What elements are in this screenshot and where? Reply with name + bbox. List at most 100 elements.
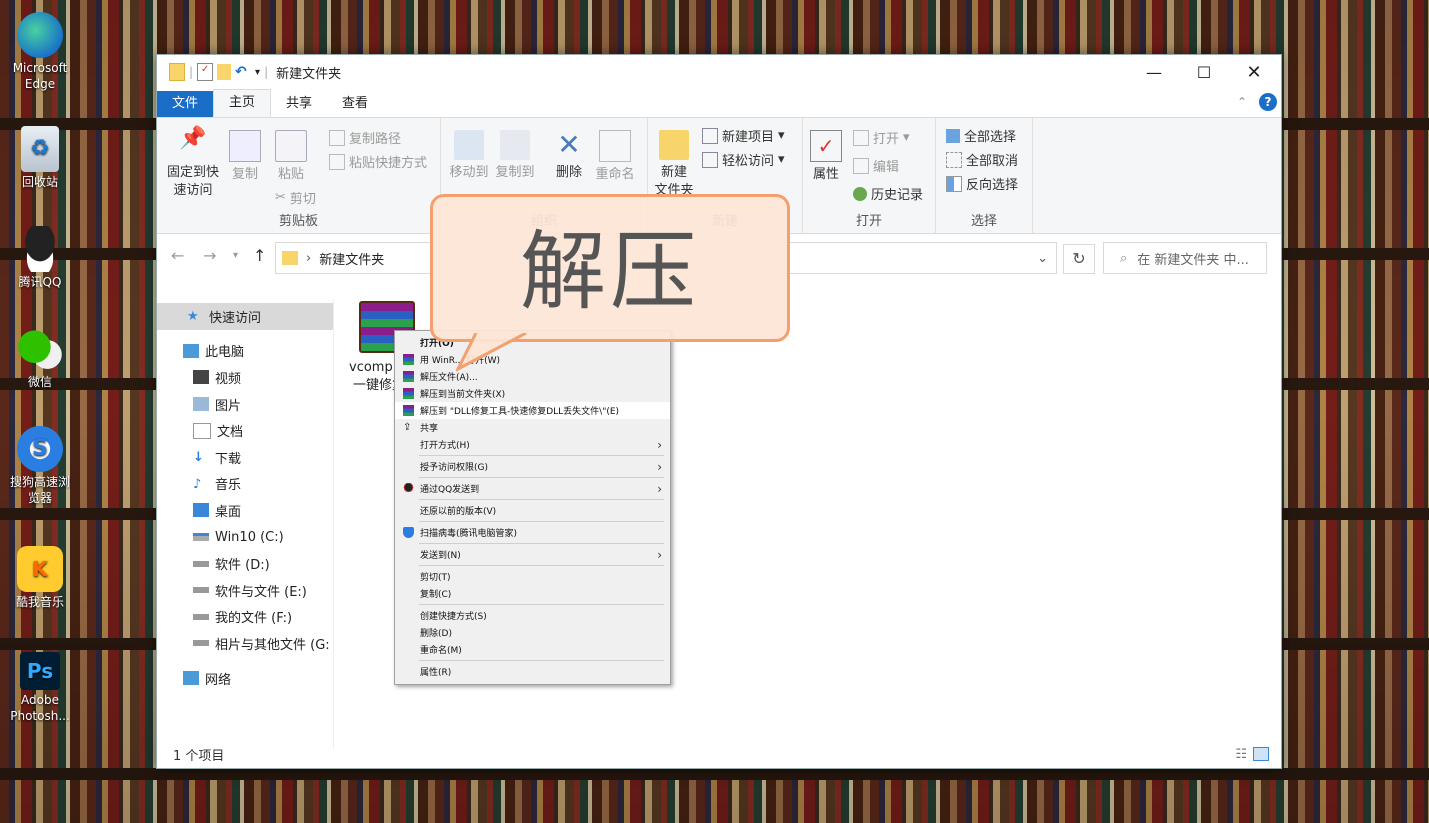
close-button[interactable]: ✕ [1231,55,1277,89]
folder-icon [282,251,298,265]
open-button[interactable]: 打开 ▾ [853,128,910,147]
nav-drive-g[interactable]: 相片与其他文件 (G: [157,630,333,657]
nav-quick-access[interactable]: ★ 快速访问 [157,303,333,330]
edit-label: 编辑 [873,160,900,175]
select-none-button[interactable]: 全部取消 [946,150,1018,169]
desktop-icon-kuwo-music[interactable]: K 酷我音乐 [6,546,74,610]
desktop-icon-edge[interactable]: Microsoft Edge [6,12,74,92]
nav-drive-d[interactable]: 软件 (D:) [157,550,333,577]
copy-to-label: 复制到 [495,165,535,180]
customize-quick-access-icon[interactable]: ▾ [255,67,260,78]
delete-button[interactable]: ✕ 删除 [549,130,589,182]
new-folder-button[interactable]: 新建 文件夹 [652,130,696,200]
maximize-button[interactable]: ☐ [1181,55,1227,89]
nav-drive-f[interactable]: 我的文件 (F:) [157,604,333,631]
copy-path-button[interactable]: 复制路径 [329,128,401,147]
edit-button[interactable]: 编辑 [853,156,899,175]
desktop-icon-qq[interactable]: 腾讯QQ [6,226,74,290]
desktop-icon-photoshop[interactable]: Ps Adobe Photosh... [6,652,74,724]
nav-this-pc[interactable]: 此电脑 [157,338,333,365]
up-arrow-icon[interactable]: ↑ [253,246,266,265]
forward-arrow-icon[interactable]: → [203,246,216,265]
pin-to-quick-access-button[interactable]: 📌 固定到快 速访问 [165,128,221,200]
tab-view[interactable]: 查看 [327,91,383,117]
new-folder-quick-icon[interactable] [217,64,232,80]
nav-label: Win10 (C:) [215,529,284,545]
nav-music[interactable]: ♪ 音乐 [157,471,333,498]
help-icon[interactable]: ? [1259,93,1277,111]
minimize-button[interactable]: — [1131,55,1177,89]
cut-button[interactable]: ✂ 剪切 [275,188,316,207]
menu-item-create-shortcut[interactable]: 创建快捷方式(S) [395,607,670,624]
drive-icon [193,640,209,647]
collapse-ribbon-icon[interactable]: ⌃ [1237,95,1247,109]
address-dropdown-icon[interactable]: ⌄ [1037,251,1048,266]
nav-pictures[interactable]: 图片 [157,391,333,418]
scissors-icon: ✂ [275,190,286,205]
copy-to-button[interactable]: 复制到 [491,130,539,182]
copy-button[interactable]: 复制 [227,130,263,184]
tab-share[interactable]: 共享 [271,91,327,117]
menu-item-rename[interactable]: 重命名(M) [395,641,670,658]
menu-item-scan-virus[interactable]: 扫描病毒(腾讯电脑管家) [395,524,670,541]
nav-desktop[interactable]: 桌面 [157,497,333,524]
menu-separator [419,543,664,544]
menu-item-give-access[interactable]: 授予访问权限(G) › [395,458,670,475]
menu-item-send-to[interactable]: 发送到(N) › [395,546,670,563]
properties-check-icon[interactable]: ✓ [197,63,214,81]
menu-item-share[interactable]: ⇪ 共享 [395,419,670,436]
tab-home[interactable]: 主页 [213,89,272,117]
breadcrumb-separator-icon: › [306,250,312,266]
menu-item-delete[interactable]: 删除(D) [395,624,670,641]
menu-item-extract-here[interactable]: 解压到当前文件夹(X) [395,385,670,402]
menu-item-send-via-qq[interactable]: 通过QQ发送到 › [395,480,670,497]
nav-videos[interactable]: 视频 [157,364,333,391]
back-arrow-icon[interactable]: ← [171,246,184,265]
undo-icon[interactable]: ↶ [235,64,253,80]
nav-label: 此电脑 [205,345,245,361]
nav-drive-e[interactable]: 软件与文件 (E:) [157,577,333,604]
refresh-icon[interactable]: ↻ [1063,244,1095,274]
menu-item-open-with[interactable]: 打开方式(H) › [395,436,670,453]
video-icon [193,370,209,385]
menu-item-copy[interactable]: 复制(C) [395,585,670,602]
copy-path-icon [329,129,345,146]
menu-separator [419,455,664,456]
move-to-button[interactable]: 移动到 [445,130,493,182]
menu-item-extract-to-folder[interactable]: 解压到 "DLL修复工具-快速修复DLL丢失文件\"(E) [395,402,670,419]
recent-locations-chevron-icon[interactable]: ▾ [233,250,238,261]
photoshop-icon: Ps [20,652,60,690]
large-icons-view-icon[interactable] [1253,747,1269,761]
winrar-icon [403,371,414,382]
easy-access-button[interactable]: 轻松访问 ▾ [702,150,785,169]
nav-downloads[interactable]: ↓ 下载 [157,444,333,471]
new-item-label: 新建项目 [722,130,775,145]
rename-label: 重命名 [595,167,635,182]
menu-item-restore-previous-versions[interactable]: 还原以前的版本(V) [395,502,670,519]
select-all-button[interactable]: 全部选择 [946,126,1016,145]
nav-label: 下载 [215,451,242,467]
paste-shortcut-button[interactable]: 粘贴快捷方式 [329,152,427,171]
tab-file[interactable]: 文件 [157,91,214,117]
nav-network[interactable]: 网络 [157,665,333,692]
menu-separator [419,521,664,522]
item-count: 1 个项目 [173,748,225,764]
nav-drive-c[interactable]: Win10 (C:) [157,524,333,551]
explorer-window: | ✓ ↶ ▾ | 新建文件夹 — ☐ ✕ 文件 主页 共享 查看 ⌃ ? 📌 … [156,54,1282,769]
search-box[interactable]: ⌕ 在 新建文件夹 中... [1103,242,1267,274]
rename-button[interactable]: 重命名 [591,130,639,184]
new-item-button[interactable]: 新建项目 ▾ [702,126,785,145]
desktop-icon-sogou-browser[interactable]: S 搜狗高速浏 览器 [6,426,74,506]
desktop-icon-recycle-bin[interactable]: ♻ 回收站 [6,126,74,190]
desktop-icon-wechat[interactable]: 微信 [6,326,74,390]
computer-icon [183,343,199,358]
menu-item-properties[interactable]: 属性(R) [395,663,670,680]
menu-item-cut[interactable]: 剪切(T) [395,568,670,585]
breadcrumb-path[interactable]: 新建文件夹 [319,249,384,268]
details-view-icon[interactable]: ☷ [1235,747,1247,762]
paste-button[interactable]: 粘贴 [273,130,309,184]
properties-button[interactable]: ✓ 属性 [807,130,845,184]
nav-documents[interactable]: 文档 [157,417,333,444]
invert-selection-button[interactable]: 反向选择 [946,174,1018,193]
history-button[interactable]: 历史记录 [853,184,923,203]
